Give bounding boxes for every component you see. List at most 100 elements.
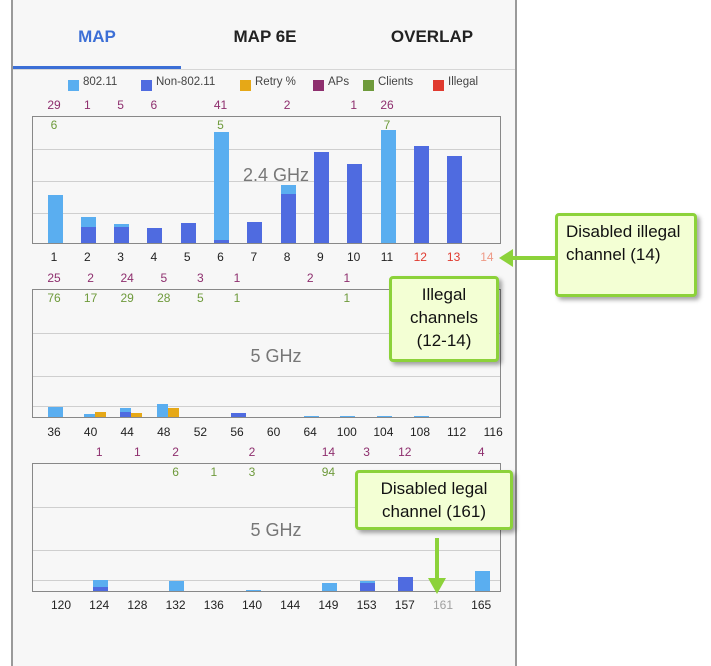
channel-label[interactable]: 9: [317, 250, 324, 264]
channel-label[interactable]: 48: [157, 425, 170, 439]
callout-disabled-illegal-channel: Disabled illegal channel (14): [555, 213, 697, 297]
bar-80211: [47, 195, 63, 243]
channel-label[interactable]: 104: [373, 425, 393, 439]
legend-label-illegal: Illegal: [448, 76, 479, 88]
channel-label[interactable]: 161: [433, 598, 453, 612]
channel-label[interactable]: 136: [204, 598, 224, 612]
channel-label[interactable]: 40: [84, 425, 97, 439]
client-count: 94: [321, 465, 336, 479]
bar-80211: [245, 589, 261, 591]
ap-count: 1: [350, 98, 358, 112]
legend-label-retry: Retry %: [255, 76, 296, 88]
ap-count: 2: [306, 271, 314, 285]
bar-80211: [321, 583, 337, 591]
bar-non-80211: [313, 152, 329, 243]
plot-area: 2.4 GHz: [32, 116, 501, 244]
channel-label[interactable]: 128: [127, 598, 147, 612]
ap-count: 1: [83, 98, 91, 112]
bar-non-80211: [247, 221, 263, 243]
chart-legend: 802.11 Non-802.11 Retry % APs Clients Il…: [13, 76, 515, 96]
channel-label[interactable]: 149: [318, 598, 338, 612]
bar-80211: [376, 415, 392, 417]
channel-label[interactable]: 44: [121, 425, 134, 439]
tab-overlap[interactable]: OVERLAP: [349, 0, 515, 68]
ap-count: 3: [363, 445, 370, 459]
channel-label[interactable]: 11: [381, 250, 393, 264]
channel-label[interactable]: 64: [304, 425, 317, 439]
gridline: [33, 376, 500, 377]
ap-count: 2: [248, 445, 256, 459]
client-count: 6: [172, 465, 179, 479]
bar-80211: [83, 414, 95, 417]
tab-map-6e[interactable]: MAP 6E: [181, 0, 349, 68]
channel-label[interactable]: 12: [414, 250, 427, 264]
bar-non-80211: [120, 411, 132, 417]
legend-swatch-clients: [363, 80, 374, 91]
channel-label[interactable]: 6: [217, 250, 224, 264]
channel-label[interactable]: 112: [447, 425, 466, 439]
tab-bar: MAP MAP 6E OVERLAP: [13, 0, 515, 70]
channel-label[interactable]: 4: [151, 250, 158, 264]
channel-label[interactable]: 2: [84, 250, 91, 264]
bar-non-80211: [347, 163, 363, 243]
channel-label[interactable]: 36: [47, 425, 60, 439]
client-count: 5: [197, 291, 204, 305]
client-count: 28: [157, 291, 171, 305]
bar-80211: [169, 580, 185, 591]
channel-label[interactable]: 1: [51, 250, 58, 264]
bar-non-80211: [114, 226, 130, 243]
tab-map[interactable]: MAP: [13, 0, 181, 68]
channel-label[interactable]: 124: [89, 598, 109, 612]
bar-retry: [167, 408, 179, 417]
bar-80211: [47, 406, 63, 417]
bar-80211: [156, 404, 168, 417]
legend-swatch-80211: [68, 80, 79, 91]
channel-label[interactable]: 7: [250, 250, 257, 264]
bar-non-80211: [147, 227, 163, 243]
ap-count: 2: [283, 98, 291, 112]
bar-non-80211: [447, 156, 463, 243]
channel-label[interactable]: 56: [230, 425, 243, 439]
client-count: 17: [83, 291, 98, 305]
ap-count: 2: [172, 445, 179, 459]
tab-divider: [13, 69, 515, 70]
client-count: 3: [248, 465, 256, 479]
channel-label[interactable]: 144: [280, 598, 300, 612]
client-count: 29: [120, 291, 134, 305]
channel-label[interactable]: 108: [410, 425, 430, 439]
ap-count: 26: [380, 98, 394, 112]
bar-non-80211: [360, 583, 376, 591]
channel-label[interactable]: 140: [242, 598, 262, 612]
gridline: [33, 406, 500, 407]
channel-label[interactable]: 165: [471, 598, 491, 612]
channel-label[interactable]: 52: [194, 425, 207, 439]
channel-label[interactable]: 13: [447, 250, 460, 264]
channel-label[interactable]: 120: [51, 598, 71, 612]
bar-80211: [340, 415, 356, 417]
ap-count: 1: [95, 445, 103, 459]
ap-count: 5: [117, 98, 124, 112]
legend-label-non-80211: Non-802.11: [156, 76, 216, 88]
channel-label[interactable]: 5: [184, 250, 191, 264]
gridline: [33, 149, 500, 150]
legend-swatch-retry: [240, 80, 251, 91]
channel-label[interactable]: 14: [480, 250, 493, 264]
channel-label[interactable]: 10: [347, 250, 360, 264]
channel-label[interactable]: 60: [267, 425, 280, 439]
channel-label[interactable]: 3: [117, 250, 124, 264]
channel-label[interactable]: 157: [395, 598, 415, 612]
bar-non-80211: [280, 193, 296, 243]
channel-label[interactable]: 100: [337, 425, 357, 439]
bar-non-80211: [92, 587, 108, 591]
channel-label[interactable]: 132: [166, 598, 186, 612]
bar-non-80211: [413, 145, 429, 243]
band-label: 5 GHz: [250, 346, 302, 366]
channel-label[interactable]: 116: [484, 425, 503, 439]
ap-count: 12: [398, 445, 412, 459]
ap-count: 14: [321, 445, 336, 459]
channel-label[interactable]: 153: [357, 598, 377, 612]
legend-swatch-illegal: [433, 80, 444, 91]
legend-swatch-aps: [313, 80, 324, 91]
channel-label[interactable]: 8: [284, 250, 291, 264]
callout-disabled-legal-channel: Disabled legal channel (161): [355, 470, 513, 530]
